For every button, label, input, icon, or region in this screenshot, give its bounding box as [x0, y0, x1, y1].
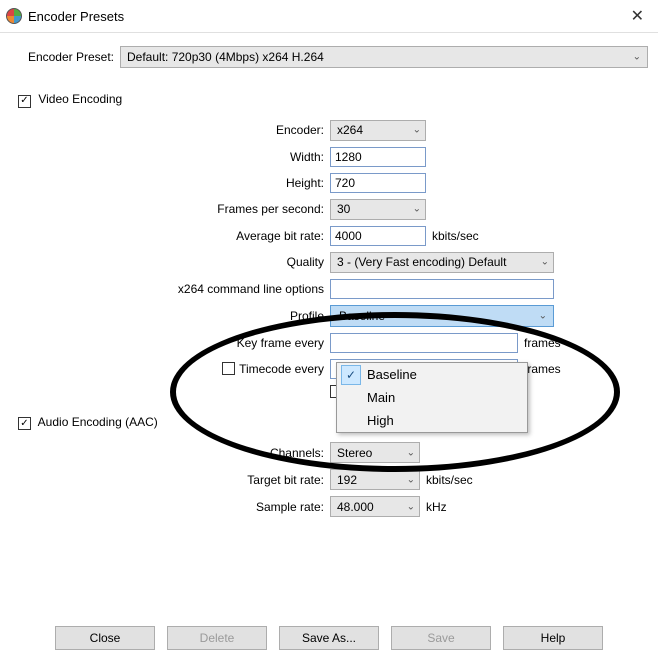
timecode-label: Timecode every — [239, 362, 324, 376]
profile-option-baseline[interactable]: ✓ Baseline — [337, 363, 527, 386]
keyframe-label: Key frame every — [80, 336, 330, 350]
abr-label: Average bit rate: — [80, 229, 330, 243]
check-icon: ✓ — [20, 96, 28, 106]
chevron-down-icon: ⌄ — [407, 474, 415, 485]
audio-form: Channels: Stereo ⌄ Target bit rate: 192 … — [0, 442, 658, 517]
chevron-down-icon: ⌄ — [633, 52, 641, 63]
audio-encoding-checkbox[interactable]: ✓ — [18, 417, 31, 430]
height-input[interactable] — [330, 173, 426, 193]
preset-value: Default: 720p30 (4Mbps) x264 H.264 — [127, 50, 324, 64]
app-logo-icon — [6, 8, 22, 24]
preset-select[interactable]: Default: 720p30 (4Mbps) x264 H.264 ⌄ — [120, 46, 648, 68]
fps-label: Frames per second: — [80, 202, 330, 216]
audio-encoding-label: Audio Encoding (AAC) — [38, 415, 158, 429]
encoder-select[interactable]: x264 ⌄ — [330, 120, 426, 141]
close-button[interactable]: Close — [55, 626, 155, 650]
cmdline-input[interactable] — [330, 279, 554, 299]
fps-select[interactable]: 30 ⌄ — [330, 199, 426, 220]
timecode-unit: frames — [524, 362, 561, 376]
abr-input[interactable] — [330, 226, 426, 246]
keyframe-unit: frames — [524, 336, 561, 350]
tbr-select[interactable]: 192 ⌄ — [330, 469, 420, 490]
close-icon[interactable]: ✕ — [625, 6, 650, 26]
chevron-down-icon: ⌄ — [407, 447, 415, 458]
preset-label: Encoder Preset: — [10, 50, 120, 64]
profile-label: Profile — [80, 309, 330, 323]
profile-dropdown-list[interactable]: ✓ Baseline Main High — [336, 362, 528, 433]
profile-option-high[interactable]: High — [337, 409, 527, 432]
width-input[interactable] — [330, 147, 426, 167]
sr-label: Sample rate: — [80, 500, 330, 514]
channels-label: Channels: — [80, 446, 330, 460]
timecode-checkbox[interactable] — [222, 362, 235, 375]
titlebar: Encoder Presets ✕ — [0, 0, 658, 33]
preset-row: Encoder Preset: Default: 720p30 (4Mbps) … — [0, 36, 658, 72]
profile-select[interactable]: Baseline ⌄ — [330, 305, 554, 327]
abr-unit: kbits/sec — [432, 229, 479, 243]
check-icon: ✓ — [341, 365, 361, 385]
sr-select[interactable]: 48.000 ⌄ — [330, 496, 420, 517]
delete-button[interactable]: Delete — [167, 626, 267, 650]
tbr-label: Target bit rate: — [80, 473, 330, 487]
chevron-down-icon: ⌄ — [407, 501, 415, 512]
cmdline-label: x264 command line options — [80, 282, 330, 296]
chevron-down-icon: ⌄ — [541, 257, 549, 268]
video-encoding-label: Video Encoding — [38, 92, 122, 106]
sr-unit: kHz — [426, 500, 447, 514]
button-bar: Close Delete Save As... Save Help — [0, 626, 658, 650]
chevron-down-icon: ⌄ — [539, 310, 547, 321]
profile-option-main[interactable]: Main — [337, 386, 527, 409]
channels-select[interactable]: Stereo ⌄ — [330, 442, 420, 463]
height-label: Height: — [80, 176, 330, 190]
width-label: Width: — [80, 150, 330, 164]
encoder-label: Encoder: — [80, 123, 330, 137]
saveas-button[interactable]: Save As... — [279, 626, 379, 650]
save-button[interactable]: Save — [391, 626, 491, 650]
quality-label: Quality — [80, 255, 330, 269]
check-icon: ✓ — [20, 419, 28, 429]
video-form: Encoder: x264 ⌄ Width: Height: Frames pe… — [0, 120, 658, 399]
chevron-down-icon: ⌄ — [413, 204, 421, 215]
chevron-down-icon: ⌄ — [413, 125, 421, 136]
video-encoding-checkbox[interactable]: ✓ — [18, 95, 31, 108]
keyframe-input[interactable] — [330, 333, 518, 353]
quality-select[interactable]: 3 - (Very Fast encoding) Default ⌄ — [330, 252, 554, 273]
tbr-unit: kbits/sec — [426, 473, 473, 487]
help-button[interactable]: Help — [503, 626, 603, 650]
window-title: Encoder Presets — [28, 9, 124, 24]
